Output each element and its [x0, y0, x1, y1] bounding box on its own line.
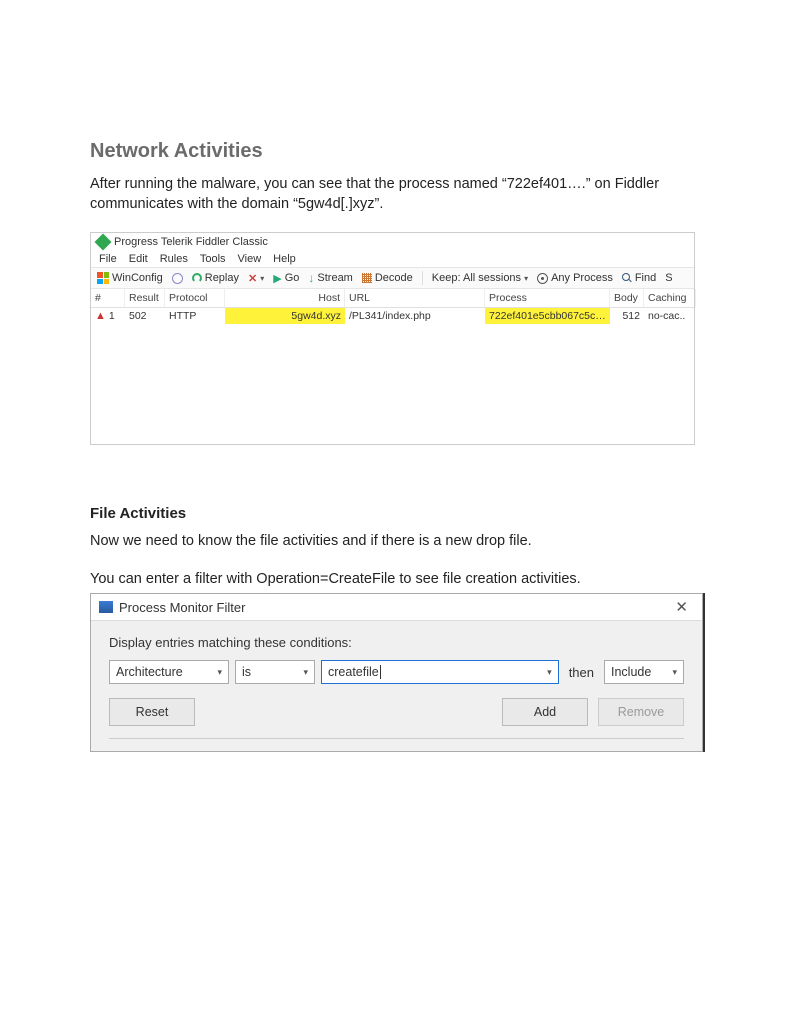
keep-sessions-dropdown[interactable]: Keep: All sessions ▾: [430, 272, 530, 284]
cell-num-value: 1: [109, 310, 115, 322]
action-select[interactable]: Include ▾: [604, 660, 684, 684]
dialog-title: Process Monitor Filter: [119, 600, 245, 615]
filter-row: Architecture ▾ is ▾ createfile ▾ then In…: [109, 660, 684, 684]
col-protocol[interactable]: Protocol: [165, 289, 225, 307]
replay-button[interactable]: Replay: [190, 272, 241, 284]
menu-view[interactable]: View: [238, 253, 262, 265]
windows-icon: [97, 272, 109, 284]
chevron-down-icon: ▾: [217, 667, 222, 678]
target-icon: [537, 273, 548, 284]
fiddler-menu-bar: File Edit Rules Tools View Help: [91, 251, 694, 267]
fiddler-grid-header: # Result Protocol Host URL Process Body …: [91, 289, 694, 308]
dialog-button-row: Reset Add Remove: [109, 698, 684, 726]
menu-edit[interactable]: Edit: [129, 253, 148, 265]
conditions-label: Display entries matching these condition…: [109, 635, 684, 650]
replay-icon: [192, 273, 202, 283]
cell-body: 512: [610, 308, 644, 324]
chevron-down-icon: ▾: [547, 667, 552, 678]
go-label: Go: [285, 272, 300, 284]
play-icon: ▶: [273, 272, 281, 285]
col-process[interactable]: Process: [485, 289, 610, 307]
save-button[interactable]: S: [663, 272, 674, 284]
then-label: then: [565, 665, 598, 680]
cell-caching: no-cac..: [644, 308, 696, 324]
procmon-filter-dialog: Process Monitor Filter ✕ Display entries…: [90, 593, 703, 752]
find-label: Find: [635, 272, 656, 284]
cell-num: ▲ 1: [91, 308, 125, 324]
chevron-down-icon: ▾: [303, 667, 308, 678]
remove-button[interactable]: Remove: [598, 698, 684, 726]
procmon-icon: [99, 601, 113, 613]
fiddler-toolbar: WinConfig Replay ✕▾ ▶ Go ↓ Stream Decode: [91, 267, 694, 289]
warning-icon: ▲: [95, 310, 106, 322]
action-select-value: Include: [611, 665, 651, 679]
stream-icon: ↓: [308, 271, 314, 285]
x-icon: ✕: [248, 272, 257, 285]
operator-select-value: is: [242, 665, 251, 679]
fiddler-title-text: Progress Telerik Fiddler Classic: [114, 236, 268, 248]
caret-icon: ▾: [260, 274, 264, 283]
comment-button[interactable]: [170, 273, 185, 284]
winconfig-label: WinConfig: [112, 272, 163, 284]
anyprocess-button[interactable]: Any Process: [535, 272, 615, 284]
section2-paragraph2: You can enter a filter with Operation=Cr…: [90, 570, 701, 590]
column-select-value: Architecture: [116, 665, 183, 679]
operator-select[interactable]: is ▾: [235, 660, 315, 684]
col-result[interactable]: Result: [125, 289, 165, 307]
find-button[interactable]: Find: [620, 272, 658, 284]
column-select[interactable]: Architecture ▾: [109, 660, 229, 684]
dialog-separator: [109, 738, 684, 739]
fiddler-window: Progress Telerik Fiddler Classic File Ed…: [90, 232, 695, 445]
separator: [422, 271, 423, 285]
menu-rules[interactable]: Rules: [160, 253, 188, 265]
section-title-network: Network Activities: [90, 140, 701, 163]
value-input-text: createfile: [328, 665, 381, 679]
col-host[interactable]: Host: [225, 289, 345, 307]
section-title-file: File Activities: [90, 505, 701, 522]
menu-file[interactable]: File: [99, 253, 117, 265]
grid-icon: [362, 273, 372, 283]
close-button[interactable]: ✕: [669, 598, 694, 616]
session-row[interactable]: ▲ 1 502 HTTP 5gw4d.xyz /PL341/index.php …: [91, 308, 694, 324]
bubble-icon: [172, 273, 183, 284]
cell-protocol: HTTP: [165, 308, 225, 324]
remove-button[interactable]: ✕▾: [246, 272, 266, 285]
section1-paragraph: After running the malware, you can see t…: [90, 175, 701, 214]
section2-paragraph1: Now we need to know the file activities …: [90, 532, 701, 552]
decode-label: Decode: [375, 272, 413, 284]
magnifier-icon: [622, 273, 632, 283]
cell-url: /PL341/index.php: [345, 308, 485, 324]
decode-button[interactable]: Decode: [360, 272, 415, 284]
col-url[interactable]: URL: [345, 289, 485, 307]
cell-result: 502: [125, 308, 165, 324]
cell-host: 5gw4d.xyz: [225, 308, 345, 324]
menu-help[interactable]: Help: [273, 253, 296, 265]
value-input[interactable]: createfile ▾: [321, 660, 559, 684]
col-num[interactable]: #: [91, 289, 125, 307]
reset-button[interactable]: Reset: [109, 698, 195, 726]
fiddler-logo-icon: [95, 234, 112, 251]
replay-label: Replay: [205, 272, 239, 284]
fiddler-empty-area: [91, 324, 694, 444]
chevron-down-icon: ▾: [672, 667, 677, 678]
col-body[interactable]: Body: [610, 289, 644, 307]
cell-process: 722ef401e5cbb067c5c3…: [485, 308, 610, 324]
go-button[interactable]: ▶ Go: [271, 272, 301, 285]
stream-label: Stream: [317, 272, 352, 284]
caret-icon: ▾: [524, 274, 528, 283]
save-label: S: [665, 272, 672, 284]
dialog-titlebar: Process Monitor Filter ✕: [91, 594, 702, 621]
keep-label: Keep: All sessions: [432, 272, 521, 284]
anyprocess-label: Any Process: [551, 272, 613, 284]
fiddler-titlebar: Progress Telerik Fiddler Classic: [91, 233, 694, 251]
stream-button[interactable]: ↓ Stream: [306, 271, 354, 285]
add-button[interactable]: Add: [502, 698, 588, 726]
col-caching[interactable]: Caching: [644, 289, 696, 307]
menu-tools[interactable]: Tools: [200, 253, 226, 265]
winconfig-button[interactable]: WinConfig: [95, 272, 165, 284]
